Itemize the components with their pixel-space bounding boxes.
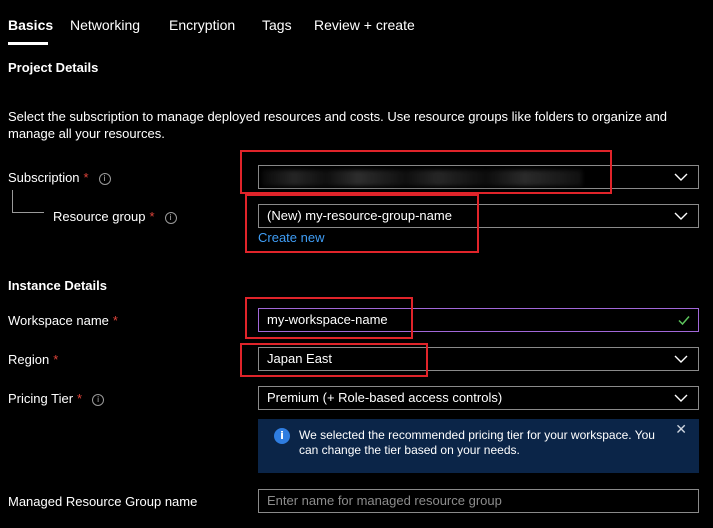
info-message-text: We selected the recommended pricing tier… <box>299 428 655 457</box>
redacted-subscription <box>262 170 582 186</box>
required-asterisk: * <box>83 170 89 185</box>
pricing-info-message: i We selected the recommended pricing ti… <box>258 419 699 473</box>
pricing-tier-label: Pricing Tier * i <box>8 391 105 406</box>
required-asterisk: * <box>149 209 155 224</box>
info-icon[interactable]: i <box>98 172 111 185</box>
info-icon[interactable]: i <box>92 393 105 406</box>
workspace-name-label-text: Workspace name <box>8 313 109 328</box>
checkmark-icon <box>678 316 690 326</box>
region-dropdown[interactable]: Japan East <box>258 347 699 371</box>
workspace-name-input[interactable]: my-workspace-name <box>258 308 699 332</box>
managed-rg-label: Managed Resource Group name <box>8 494 198 509</box>
managed-rg-placeholder: Enter name for managed resource group <box>267 493 502 508</box>
required-asterisk: * <box>112 313 118 328</box>
chevron-down-icon <box>674 355 688 363</box>
resource-group-dropdown[interactable]: (New) my-resource-group-name <box>258 204 699 228</box>
chevron-down-icon <box>674 173 688 181</box>
chevron-down-icon <box>674 394 688 402</box>
tab-tags[interactable]: Tags <box>262 17 292 33</box>
resource-group-value: (New) my-resource-group-name <box>267 208 452 223</box>
close-icon[interactable]: ✕ <box>675 421 687 438</box>
chevron-down-icon <box>674 212 688 220</box>
pricing-tier-label-text: Pricing Tier <box>8 391 74 406</box>
region-value: Japan East <box>267 351 333 366</box>
required-asterisk: * <box>77 391 83 406</box>
tab-basics[interactable]: Basics <box>8 17 53 33</box>
resource-group-label-text: Resource group <box>53 209 146 224</box>
subscription-label: Subscription * i <box>8 170 111 185</box>
workspace-name-label: Workspace name * <box>8 313 118 328</box>
active-tab-indicator <box>8 42 48 45</box>
workspace-name-value: my-workspace-name <box>267 312 388 327</box>
tab-review-create[interactable]: Review + create <box>314 17 415 33</box>
create-new-link[interactable]: Create new <box>258 230 324 245</box>
resource-group-label: Resource group * i <box>53 209 177 224</box>
required-asterisk: * <box>53 352 59 367</box>
region-label-text: Region <box>8 352 50 367</box>
pricing-tier-value: Premium (+ Role-based access controls) <box>267 390 503 405</box>
tree-line-horizontal <box>12 212 44 213</box>
project-details-heading: Project Details <box>8 60 99 75</box>
tab-networking[interactable]: Networking <box>70 17 140 33</box>
subscription-label-text: Subscription <box>8 170 80 185</box>
info-icon[interactable]: i <box>164 211 177 224</box>
tree-line-vertical <box>12 190 13 212</box>
region-label: Region * <box>8 352 58 367</box>
info-icon: i <box>274 428 290 444</box>
project-description: Select the subscription to manage deploy… <box>8 109 668 141</box>
pricing-tier-dropdown[interactable]: Premium (+ Role-based access controls) <box>258 386 699 410</box>
instance-details-heading: Instance Details <box>8 278 107 293</box>
managed-rg-input[interactable]: Enter name for managed resource group <box>258 489 699 513</box>
tab-encryption[interactable]: Encryption <box>169 17 235 33</box>
